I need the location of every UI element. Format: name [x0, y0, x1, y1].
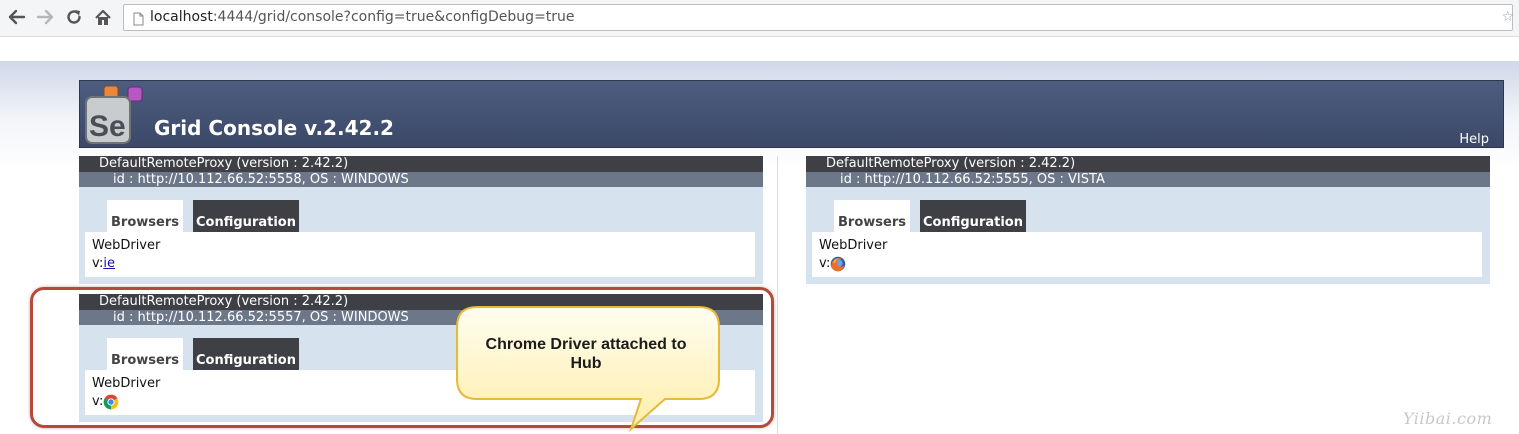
proxy-id: id : http://10.112.66.52:5555, OS : VIST… — [806, 172, 1490, 187]
selenium-logo: Se — [84, 83, 144, 145]
column-divider — [777, 156, 778, 434]
bookmark-bar — [0, 37, 1519, 61]
driver-label: WebDriver — [92, 238, 161, 253]
reload-icon[interactable] — [63, 6, 85, 28]
watermark: Yiibai.com — [1403, 409, 1493, 428]
tab-browsers[interactable]: Browsers — [107, 200, 183, 232]
tab-configuration[interactable]: Configuration — [193, 200, 299, 232]
help-link[interactable]: Help — [1459, 132, 1489, 147]
firefox-icon[interactable] — [830, 256, 846, 272]
url-text[interactable]: localhost:4444/grid/console?config=true&… — [150, 9, 575, 25]
browser-version-row: v: — [819, 255, 846, 272]
grid-console-header: Se Grid Console v.2.42.2 Help — [79, 80, 1504, 148]
tab-configuration[interactable]: Configuration — [920, 200, 1026, 232]
browser-toolbar: localhost:4444/grid/console?config=true&… — [0, 0, 1519, 37]
bookmark-star-icon[interactable]: ☆ — [1501, 9, 1514, 25]
tab-browsers[interactable]: Browsers — [834, 200, 910, 232]
version-prefix: v: — [819, 256, 831, 271]
ie-link[interactable]: ie — [103, 256, 115, 271]
page-title: Grid Console v.2.42.2 — [154, 116, 394, 140]
address-bar[interactable]: localhost:4444/grid/console?config=true&… — [123, 4, 1514, 31]
proxy-panel-5558: DefaultRemoteProxy (version : 2.42.2) id… — [79, 156, 763, 284]
browsers-tab-content: WebDriver v: ie — [85, 232, 755, 277]
url-path: :4444/grid/console?config=true&configDeb… — [212, 9, 575, 25]
forward-arrow-icon[interactable] — [34, 6, 56, 28]
back-arrow-icon[interactable] — [6, 6, 28, 28]
driver-label: WebDriver — [819, 238, 888, 253]
proxy-panel-5555: DefaultRemoteProxy (version : 2.42.2) id… — [806, 156, 1490, 284]
version-prefix: v: — [92, 256, 104, 271]
page-icon — [133, 11, 144, 30]
logo-text: Se — [89, 110, 126, 143]
callout-text: Chrome Driver attached to Hub — [485, 336, 687, 372]
browsers-tab-content: WebDriver v: — [812, 232, 1482, 277]
proxy-name: DefaultRemoteProxy (version : 2.42.2) — [79, 156, 763, 172]
url-host: localhost — [150, 9, 213, 25]
proxy-id: id : http://10.112.66.52:5558, OS : WIND… — [79, 172, 763, 187]
home-icon[interactable] — [92, 6, 114, 28]
proxy-name: DefaultRemoteProxy (version : 2.42.2) — [806, 156, 1490, 172]
browser-version-row: v: ie — [92, 255, 115, 272]
